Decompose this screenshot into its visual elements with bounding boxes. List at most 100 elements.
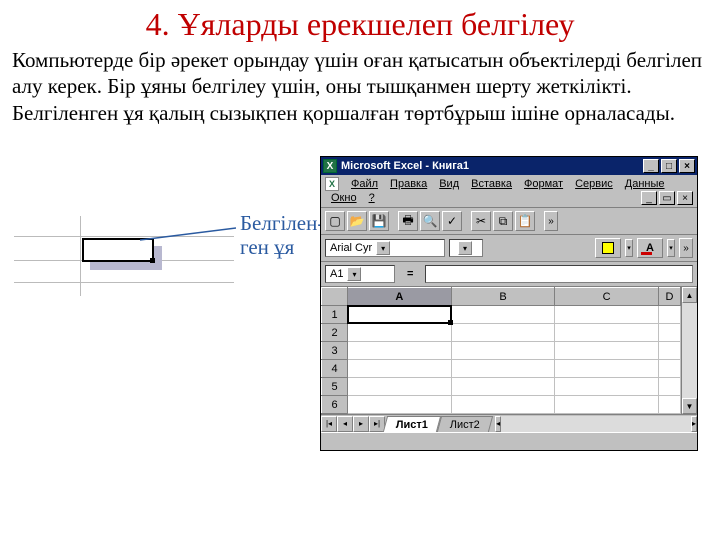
tab-nav-next-icon[interactable]: ▸ [353,416,369,432]
slide-title: 4. Ұяларды ерекшелеп белгілеу [0,6,720,43]
scroll-down-icon[interactable]: ▼ [682,398,697,414]
cell[interactable] [451,342,555,360]
open-icon[interactable]: 📂 [347,211,367,231]
cell[interactable] [348,378,452,396]
row-header[interactable]: 4 [322,360,348,378]
cell[interactable] [348,396,452,414]
cell-a1[interactable] [348,306,452,324]
print-icon[interactable]: 🖶 [398,211,418,231]
fill-color-button[interactable] [595,238,621,258]
menu-insert[interactable]: Вставка [465,177,518,191]
doc-restore-button[interactable]: ▭ [659,191,675,205]
status-bar [321,432,697,450]
scroll-right-icon[interactable]: ▸ [691,416,697,432]
font-combo-value: Arial Cyr [330,242,372,254]
menu-data[interactable]: Данные [619,177,671,191]
menu-help[interactable]: ? [363,191,381,207]
new-icon[interactable]: ▢ [325,211,345,231]
chevron-down-icon[interactable]: ▾ [347,267,361,281]
excel-app-icon: X [323,159,337,173]
workbook-icon[interactable]: X [325,177,339,191]
menu-file[interactable]: Файл [345,177,384,191]
equals-button[interactable]: = [401,268,419,280]
save-icon[interactable]: 💾 [369,211,389,231]
cell[interactable] [659,342,681,360]
row-header[interactable]: 2 [322,324,348,342]
cell[interactable] [348,360,452,378]
row-header[interactable]: 5 [322,378,348,396]
col-header-b[interactable]: B [451,288,555,306]
cell[interactable] [451,324,555,342]
row-header[interactable]: 1 [322,306,348,324]
chevron-down-icon[interactable]: ▾ [458,241,472,255]
doc-close-button[interactable]: × [677,191,693,205]
menu-format[interactable]: Формат [518,177,569,191]
cell[interactable] [659,378,681,396]
scroll-left-icon[interactable]: ◂ [495,416,501,432]
formula-input[interactable] [425,265,693,283]
cell[interactable] [659,396,681,414]
chevron-down-icon[interactable]: ▾ [376,241,390,255]
cell[interactable] [555,360,659,378]
cell[interactable] [348,324,452,342]
standard-toolbar: ▢ 📂 💾 🖶 🔍 ✓ ✂ ⧉ 📋 » [321,208,697,235]
fill-color-dropdown[interactable]: ▾ [625,239,633,257]
menu-window[interactable]: Окно [325,191,363,207]
cut-icon[interactable]: ✂ [471,211,491,231]
worksheet-area: A B C D 1 2 3 4 5 6 ▲ ▼ [321,287,697,414]
tab-nav-prev-icon[interactable]: ◂ [337,416,353,432]
select-all-corner[interactable] [322,288,348,306]
col-header-c[interactable]: C [555,288,659,306]
sheet-tab-bar: |◂ ◂ ▸ ▸| Лист1 Лист2 ◂ ▸ [321,414,697,432]
cell[interactable] [348,342,452,360]
cell[interactable] [659,360,681,378]
row-header[interactable]: 3 [322,342,348,360]
window-title: Microsoft Excel - Книга1 [341,160,469,172]
row-header[interactable]: 6 [322,396,348,414]
cell[interactable] [555,342,659,360]
tab-nav-first-icon[interactable]: |◂ [321,416,337,432]
close-button[interactable]: × [679,159,695,173]
titlebar: X Microsoft Excel - Книга1 _ □ × [321,157,697,175]
col-header-a[interactable]: A [348,288,452,306]
cell[interactable] [451,378,555,396]
menu-bar: X Файл Правка Вид Вставка Формат Сервис … [321,175,697,208]
menu-view[interactable]: Вид [433,177,465,191]
cell[interactable] [555,396,659,414]
callout-label: Белгілен- ген ұя [240,211,324,259]
excel-window: X Microsoft Excel - Книга1 _ □ × X Файл … [320,156,698,451]
worksheet-grid[interactable]: A B C D 1 2 3 4 5 6 [321,287,681,414]
paste-icon[interactable]: 📋 [515,211,535,231]
callout-connector [140,224,236,244]
font-combo[interactable]: Arial Cyr ▾ [325,239,445,257]
vertical-scrollbar[interactable]: ▲ ▼ [681,287,697,414]
menu-tools[interactable]: Сервис [569,177,619,191]
horizontal-scrollbar[interactable]: ◂ ▸ [495,416,697,432]
name-box-value: A1 [330,268,343,280]
cell[interactable] [659,306,681,324]
col-header-d[interactable]: D [659,288,681,306]
cell[interactable] [451,360,555,378]
spellcheck-icon[interactable]: ✓ [442,211,462,231]
cell[interactable] [451,396,555,414]
preview-icon[interactable]: 🔍 [420,211,440,231]
minimize-button[interactable]: _ [643,159,659,173]
doc-minimize-button[interactable]: _ [641,191,657,205]
cell[interactable] [555,378,659,396]
name-box[interactable]: A1 ▾ [325,265,395,283]
sheet-tab-1[interactable]: Лист1 [383,416,441,432]
maximize-button[interactable]: □ [661,159,677,173]
font-color-dropdown[interactable]: ▾ [667,239,675,257]
cell[interactable] [555,306,659,324]
scroll-up-icon[interactable]: ▲ [682,287,697,303]
font-color-button[interactable]: A [637,238,663,258]
toolbar-more-icon[interactable]: » [544,211,558,231]
sheet-tab-2[interactable]: Лист2 [437,416,493,432]
cell[interactable] [659,324,681,342]
format-toolbar-more-icon[interactable]: » [679,238,693,258]
cell[interactable] [555,324,659,342]
cell[interactable] [451,306,555,324]
menu-edit[interactable]: Правка [384,177,433,191]
copy-icon[interactable]: ⧉ [493,211,513,231]
font-size-combo[interactable]: ▾ [449,239,483,257]
